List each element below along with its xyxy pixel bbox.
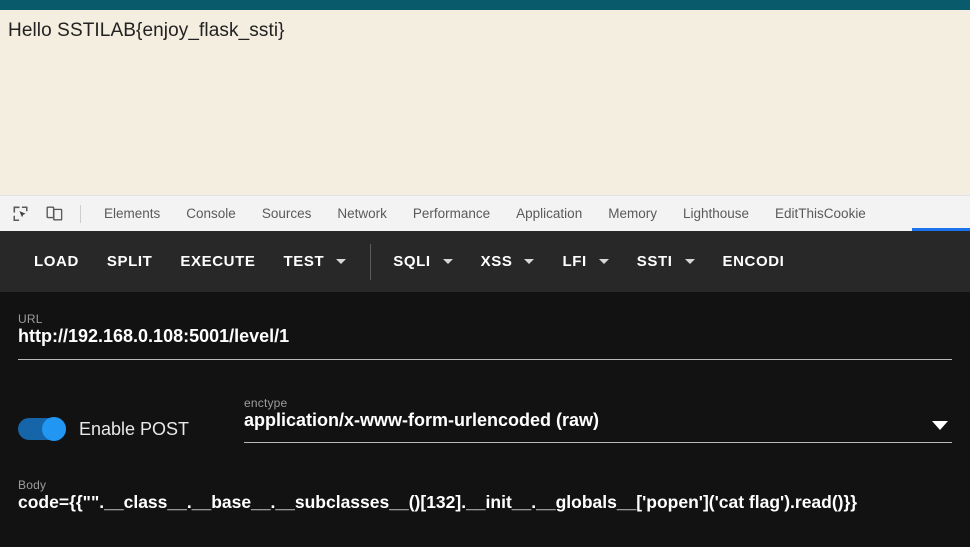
- url-field-label: URL: [18, 312, 43, 326]
- body-input[interactable]: code={{"".__class__.__base__.__subclasse…: [18, 492, 952, 513]
- post-settings-row: Enable POST enctype application/x-www-fo…: [18, 396, 952, 443]
- device-toolbar-icon[interactable]: [40, 201, 68, 227]
- tab-editthiscookie[interactable]: EditThisCookie: [762, 196, 879, 232]
- hackbar-split-button[interactable]: SPLIT: [93, 231, 167, 292]
- chevron-down-icon: [524, 259, 535, 264]
- enctype-select[interactable]: application/x-www-form-urlencoded (raw): [244, 410, 952, 431]
- url-field-underline: [18, 359, 952, 360]
- chevron-down-icon[interactable]: [932, 421, 948, 430]
- tab-elements[interactable]: Elements: [91, 196, 173, 232]
- tab-network[interactable]: Network: [324, 196, 400, 232]
- hackbar-encoding-menu[interactable]: ENCODI: [709, 231, 799, 292]
- hackbar-ssti-label: SSTI: [636, 253, 673, 270]
- enable-post-label: Enable POST: [79, 418, 190, 439]
- hackbar-lfi-menu[interactable]: LFI: [548, 231, 622, 292]
- body-field-group: Body code={{"".__class__.__base__.__subc…: [18, 478, 952, 513]
- hackbar-sqli-menu[interactable]: SQLI: [379, 231, 466, 292]
- chevron-down-icon: [684, 259, 695, 264]
- url-field-group: URL http://192.168.0.108:5001/level/1: [18, 312, 952, 360]
- hackbar-execute-button[interactable]: EXECUTE: [166, 231, 269, 292]
- tab-console[interactable]: Console: [173, 196, 249, 232]
- hackbar-sqli-label: SQLI: [393, 253, 431, 270]
- hackbar-lfi-label: LFI: [562, 253, 587, 270]
- enctype-field-underline: [244, 442, 952, 443]
- enable-post-toggle[interactable]: [18, 417, 66, 441]
- hackbar-xss-label: XSS: [480, 253, 513, 270]
- chevron-down-icon: [598, 259, 609, 264]
- hackbar-toolbar: LOAD SPLIT EXECUTE TEST SQLI XSS LFI SST…: [0, 231, 970, 292]
- enctype-field-group: enctype application/x-www-form-urlencode…: [244, 396, 952, 443]
- enctype-field-label: enctype: [244, 396, 288, 410]
- tab-sources[interactable]: Sources: [249, 196, 325, 232]
- body-field-label: Body: [18, 478, 47, 492]
- hackbar-xss-menu[interactable]: XSS: [467, 231, 549, 292]
- devtools-tab-bar: Elements Console Sources Network Perform…: [0, 195, 970, 231]
- hackbar-ssti-menu[interactable]: SSTI: [623, 231, 709, 292]
- inspect-element-icon[interactable]: [6, 201, 34, 227]
- tab-lighthouse[interactable]: Lighthouse: [670, 196, 762, 232]
- web-page-viewport: Hello SSTILAB{enjoy_flask_ssti}: [0, 0, 970, 195]
- toolbar-divider: [80, 204, 81, 223]
- hackbar-toolbar-divider: [370, 243, 372, 280]
- hackbar-test-label: TEST: [283, 253, 325, 270]
- hackbar-split-label: SPLIT: [106, 253, 153, 270]
- page-response-text: Hello SSTILAB{enjoy_flask_ssti}: [8, 20, 285, 41]
- chevron-down-icon: [442, 259, 453, 264]
- enable-post-toggle-group[interactable]: Enable POST: [18, 417, 244, 441]
- tab-memory[interactable]: Memory: [595, 196, 670, 232]
- hackbar-execute-label: EXECUTE: [180, 253, 256, 270]
- page-accent-bar: [0, 0, 970, 10]
- tab-application[interactable]: Application: [503, 196, 595, 232]
- hackbar-load-button[interactable]: LOAD: [20, 231, 93, 292]
- chevron-down-icon: [336, 259, 347, 264]
- hackbar-encoding-label: ENCODI: [722, 253, 785, 270]
- hackbar-test-menu[interactable]: TEST: [269, 231, 360, 292]
- url-input[interactable]: http://192.168.0.108:5001/level/1: [18, 326, 952, 347]
- hackbar-panel: URL http://192.168.0.108:5001/level/1 En…: [0, 292, 970, 547]
- tab-performance[interactable]: Performance: [400, 196, 503, 232]
- hackbar-load-label: LOAD: [34, 253, 79, 270]
